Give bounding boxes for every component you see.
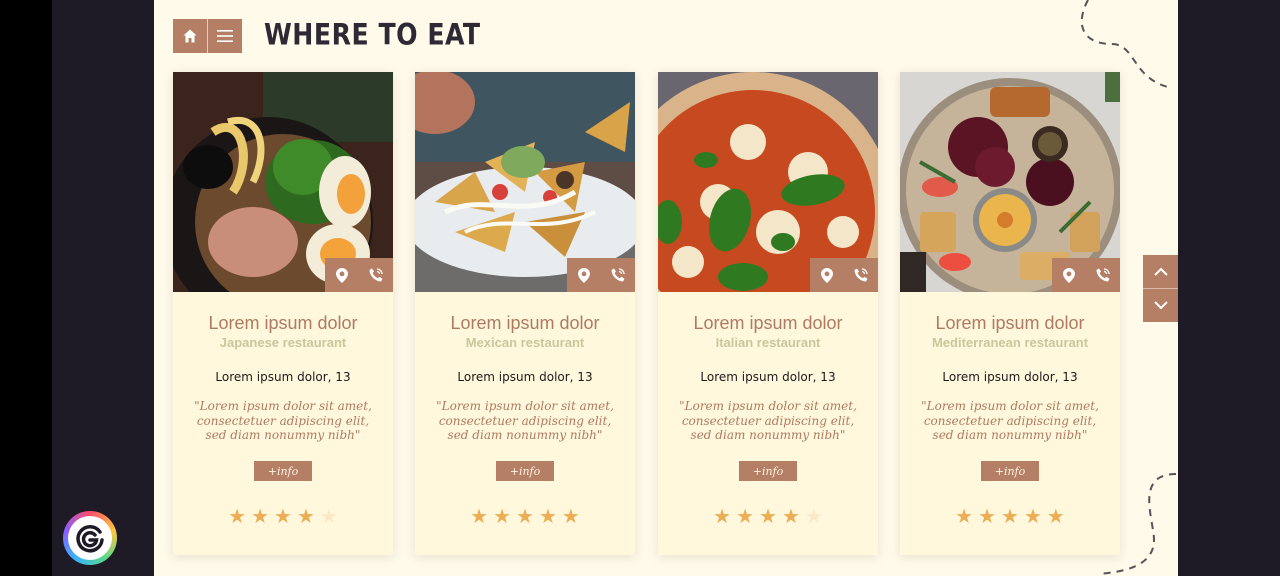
card-actions	[567, 258, 635, 292]
star-rating: ★ ★ ★ ★ ★	[415, 506, 635, 526]
restaurant-type: Mexican restaurant	[465, 335, 585, 350]
scroll-up-button[interactable]	[1143, 255, 1178, 288]
restaurant-name: Lorem ipsum dolor	[935, 313, 1085, 333]
restaurant-review-quote: "Lorem ipsum dolor sit amet, consectetue…	[194, 399, 372, 442]
more-info-button[interactable]: +info	[981, 461, 1039, 481]
star-filled-icon: ★	[470, 504, 489, 528]
restaurant-address: Lorem ipsum dolor, 13	[215, 370, 351, 384]
restaurant-type: Mediterranean restaurant	[931, 335, 1089, 350]
star-filled-icon: ★	[978, 504, 997, 528]
restaurant-name: Lorem ipsum dolor	[208, 313, 358, 333]
card-actions	[810, 258, 878, 292]
more-info-button[interactable]: +info	[254, 461, 312, 481]
scroll-controls	[1143, 255, 1178, 322]
star-filled-icon: ★	[781, 504, 800, 528]
phone-icon[interactable]	[1090, 262, 1116, 288]
nav-buttons	[173, 19, 242, 53]
star-filled-icon: ★	[713, 504, 732, 528]
restaurant-card: Lorem ipsum dolor Mediterranean restaura…	[900, 72, 1120, 555]
location-pin-icon[interactable]	[571, 262, 597, 288]
star-filled-icon: ★	[516, 504, 534, 528]
star-filled-icon: ★	[759, 504, 777, 528]
star-filled-icon: ★	[296, 504, 315, 528]
right-letterbox	[1178, 0, 1280, 576]
restaurant-address: Lorem ipsum dolor, 13	[942, 370, 1078, 384]
card-actions	[1052, 258, 1120, 292]
restaurant-address: Lorem ipsum dolor, 13	[700, 370, 836, 384]
restaurant-name: Lorem ipsum dolor	[450, 313, 600, 333]
star-filled-icon: ★	[228, 504, 247, 528]
star-rating: ★ ★ ★ ★ ★	[658, 506, 878, 526]
star-filled-icon: ★	[561, 504, 580, 528]
star-filled-icon: ★	[736, 504, 755, 528]
restaurant-review-quote: "Lorem ipsum dolor sit amet, consectetue…	[921, 399, 1099, 442]
star-filled-icon: ★	[251, 504, 270, 528]
star-filled-icon: ★	[274, 504, 292, 528]
page-title: WHERE TO EAT	[264, 17, 481, 52]
star-empty-icon: ★	[319, 504, 338, 528]
star-filled-icon: ★	[1046, 504, 1065, 528]
card-actions	[325, 258, 393, 292]
restaurant-card: Lorem ipsum dolor Japanese restaurant Lo…	[173, 72, 393, 555]
restaurant-type: Japanese restaurant	[219, 335, 347, 350]
phone-icon[interactable]	[605, 262, 631, 288]
home-icon	[183, 29, 197, 43]
app-launcher-badge[interactable]	[63, 511, 117, 565]
restaurant-name: Lorem ipsum dolor	[693, 313, 843, 333]
more-info-button[interactable]: +info	[739, 461, 797, 481]
location-pin-icon[interactable]	[1056, 262, 1082, 288]
scroll-down-button[interactable]	[1143, 288, 1178, 322]
app-logo-icon	[68, 516, 112, 560]
location-pin-icon[interactable]	[814, 262, 840, 288]
location-pin-icon[interactable]	[329, 262, 355, 288]
restaurant-review-quote: "Lorem ipsum dolor sit amet, consectetue…	[679, 399, 857, 442]
restaurant-type: Italian restaurant	[715, 335, 821, 350]
slide-page: WHERE TO EAT Lorem ipsum dolor Japanese …	[154, 0, 1178, 576]
more-info-button[interactable]: +info	[496, 461, 554, 481]
mezze-photo	[900, 72, 1120, 292]
pizza-photo	[658, 72, 878, 292]
restaurant-card: Lorem ipsum dolor Mexican restaurant Lor…	[415, 72, 635, 555]
left-edge-bar	[0, 0, 52, 576]
star-filled-icon: ★	[1023, 504, 1042, 528]
chevron-down-icon	[1153, 301, 1168, 310]
home-button[interactable]	[173, 19, 207, 53]
menu-button[interactable]	[207, 19, 242, 53]
star-filled-icon: ★	[1001, 504, 1019, 528]
ramen-photo	[173, 72, 393, 292]
phone-icon[interactable]	[848, 262, 874, 288]
star-rating: ★ ★ ★ ★ ★	[173, 506, 393, 526]
restaurant-card: Lorem ipsum dolor Italian restaurant Lor…	[658, 72, 878, 555]
star-filled-icon: ★	[538, 504, 557, 528]
star-empty-icon: ★	[804, 504, 823, 528]
left-letterbox	[52, 0, 154, 576]
restaurant-review-quote: "Lorem ipsum dolor sit amet, consectetue…	[436, 399, 614, 442]
restaurant-address: Lorem ipsum dolor, 13	[457, 370, 593, 384]
star-filled-icon: ★	[955, 504, 974, 528]
phone-icon[interactable]	[363, 262, 389, 288]
chevron-up-icon	[1153, 267, 1168, 276]
star-rating: ★ ★ ★ ★ ★	[900, 506, 1120, 526]
star-filled-icon: ★	[493, 504, 512, 528]
nachos-photo	[415, 72, 635, 292]
menu-icon	[217, 30, 233, 42]
